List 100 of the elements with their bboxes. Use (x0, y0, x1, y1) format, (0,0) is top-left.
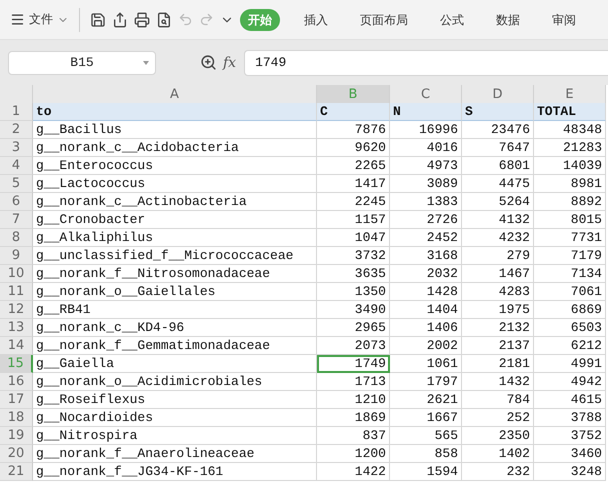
table-cell[interactable]: 1432 (462, 373, 534, 391)
row-header[interactable]: 11 (0, 283, 33, 301)
table-cell[interactable]: g__Nocardioides (33, 409, 317, 427)
table-cell[interactable]: 2032 (390, 265, 462, 283)
table-cell[interactable]: 3788 (534, 409, 606, 427)
table-cell[interactable]: 1467 (462, 265, 534, 283)
table-cell[interactable]: g__norank_f__JG34-KF-161 (33, 463, 317, 481)
table-cell[interactable]: g__Lactococcus (33, 175, 317, 193)
table-cell[interactable]: 4132 (462, 211, 534, 229)
table-cell[interactable]: 1061 (390, 355, 462, 373)
table-cell[interactable]: 6801 (462, 157, 534, 175)
table-cell[interactable]: 4615 (534, 391, 606, 409)
table-cell[interactable]: 1797 (390, 373, 462, 391)
row-header[interactable]: 12 (0, 301, 33, 319)
table-cell[interactable]: 2621 (390, 391, 462, 409)
table-cell[interactable]: g__norank_c__KD4-96 (33, 319, 317, 337)
table-cell[interactable]: 1157 (317, 211, 390, 229)
table-cell[interactable]: 565 (390, 427, 462, 445)
table-cell[interactable]: 7876 (317, 121, 390, 139)
table-cell[interactable]: 4016 (390, 139, 462, 157)
column-header[interactable]: E (534, 85, 606, 105)
row-header[interactable]: 1 (0, 103, 33, 121)
row-header[interactable]: 5 (0, 175, 33, 193)
print-preview-icon[interactable] (156, 12, 172, 28)
table-cell[interactable]: 2245 (317, 193, 390, 211)
table-cell[interactable]: g__norank_c__Actinobacteria (33, 193, 317, 211)
table-cell[interactable]: 3490 (317, 301, 390, 319)
column-title-cell[interactable]: S (462, 103, 534, 121)
table-cell[interactable]: 6503 (534, 319, 606, 337)
table-cell[interactable]: 3460 (534, 445, 606, 463)
table-cell[interactable]: 1869 (317, 409, 390, 427)
table-cell[interactable]: 2002 (390, 337, 462, 355)
export-icon[interactable] (112, 12, 128, 28)
column-title-cell[interactable]: N (390, 103, 462, 121)
ribbon-tab[interactable]: 审阅 (544, 8, 584, 30)
row-header[interactable]: 4 (0, 157, 33, 175)
column-title-cell[interactable]: to (33, 103, 317, 121)
table-cell[interactable]: 2726 (390, 211, 462, 229)
table-cell[interactable]: 8981 (534, 175, 606, 193)
table-cell[interactable]: 7134 (534, 265, 606, 283)
table-cell[interactable]: 1402 (462, 445, 534, 463)
table-cell[interactable]: 4232 (462, 229, 534, 247)
table-cell[interactable]: 232 (462, 463, 534, 481)
table-cell[interactable]: 1417 (317, 175, 390, 193)
table-cell[interactable]: g__Alkaliphilus (33, 229, 317, 247)
table-cell[interactable]: 3635 (317, 265, 390, 283)
table-cell[interactable]: 1210 (317, 391, 390, 409)
table-cell[interactable]: 3248 (534, 463, 606, 481)
table-cell[interactable]: 2073 (317, 337, 390, 355)
zoom-icon[interactable] (200, 54, 217, 71)
table-cell[interactable]: g__Nitrospira (33, 427, 317, 445)
table-cell[interactable]: 4973 (390, 157, 462, 175)
table-cell[interactable]: 858 (390, 445, 462, 463)
fx-label[interactable]: fx (223, 54, 236, 70)
row-header[interactable]: 10 (0, 265, 33, 283)
row-header[interactable]: 19 (0, 427, 33, 445)
column-title-cell[interactable]: TOTAL (534, 103, 606, 121)
table-cell[interactable]: 1594 (390, 463, 462, 481)
table-cell[interactable]: g__norank_c__Acidobacteria (33, 139, 317, 157)
table-cell[interactable]: 7061 (534, 283, 606, 301)
table-cell[interactable]: 6869 (534, 301, 606, 319)
table-cell[interactable]: 2137 (462, 337, 534, 355)
ribbon-tab[interactable]: 公式 (432, 8, 472, 30)
table-cell[interactable]: 16996 (390, 121, 462, 139)
table-cell[interactable]: 1383 (390, 193, 462, 211)
formula-field[interactable]: 1749 (244, 50, 608, 76)
table-cell[interactable]: g__Cronobacter (33, 211, 317, 229)
row-header[interactable]: 3 (0, 139, 33, 157)
table-cell[interactable]: g__Enterococcus (33, 157, 317, 175)
table-cell[interactable]: g__Roseiflexus (33, 391, 317, 409)
table-cell[interactable]: 1404 (390, 301, 462, 319)
table-cell[interactable]: 4991 (534, 355, 606, 373)
row-header[interactable]: 13 (0, 319, 33, 337)
table-cell[interactable]: 2181 (462, 355, 534, 373)
table-cell[interactable]: 4475 (462, 175, 534, 193)
row-header[interactable]: 7 (0, 211, 33, 229)
printer-icon[interactable] (134, 12, 150, 28)
row-header[interactable]: 8 (0, 229, 33, 247)
table-cell[interactable]: g__norank_f__Anaerolineaceae (33, 445, 317, 463)
table-cell[interactable]: 784 (462, 391, 534, 409)
table-cell[interactable]: 1406 (390, 319, 462, 337)
column-header[interactable]: D (462, 85, 534, 105)
table-cell[interactable]: 3752 (534, 427, 606, 445)
column-header[interactable]: C (390, 85, 462, 105)
table-cell[interactable]: 6212 (534, 337, 606, 355)
table-cell[interactable]: 3089 (390, 175, 462, 193)
table-cell[interactable]: 1047 (317, 229, 390, 247)
row-header[interactable]: 6 (0, 193, 33, 211)
table-cell[interactable]: 1975 (462, 301, 534, 319)
table-cell[interactable]: 837 (317, 427, 390, 445)
table-cell[interactable]: g__unclassified_f__Micrococcaceae (33, 247, 317, 265)
row-header[interactable]: 9 (0, 247, 33, 265)
table-cell[interactable]: g__norank_o__Acidimicrobiales (33, 373, 317, 391)
table-cell[interactable]: 2350 (462, 427, 534, 445)
table-cell[interactable]: 1200 (317, 445, 390, 463)
ribbon-tab[interactable]: 页面布局 (352, 8, 416, 30)
table-cell[interactable]: g__RB41 (33, 301, 317, 319)
table-cell[interactable]: 48348 (534, 121, 606, 139)
table-cell[interactable]: 21283 (534, 139, 606, 157)
table-cell[interactable]: 8015 (534, 211, 606, 229)
